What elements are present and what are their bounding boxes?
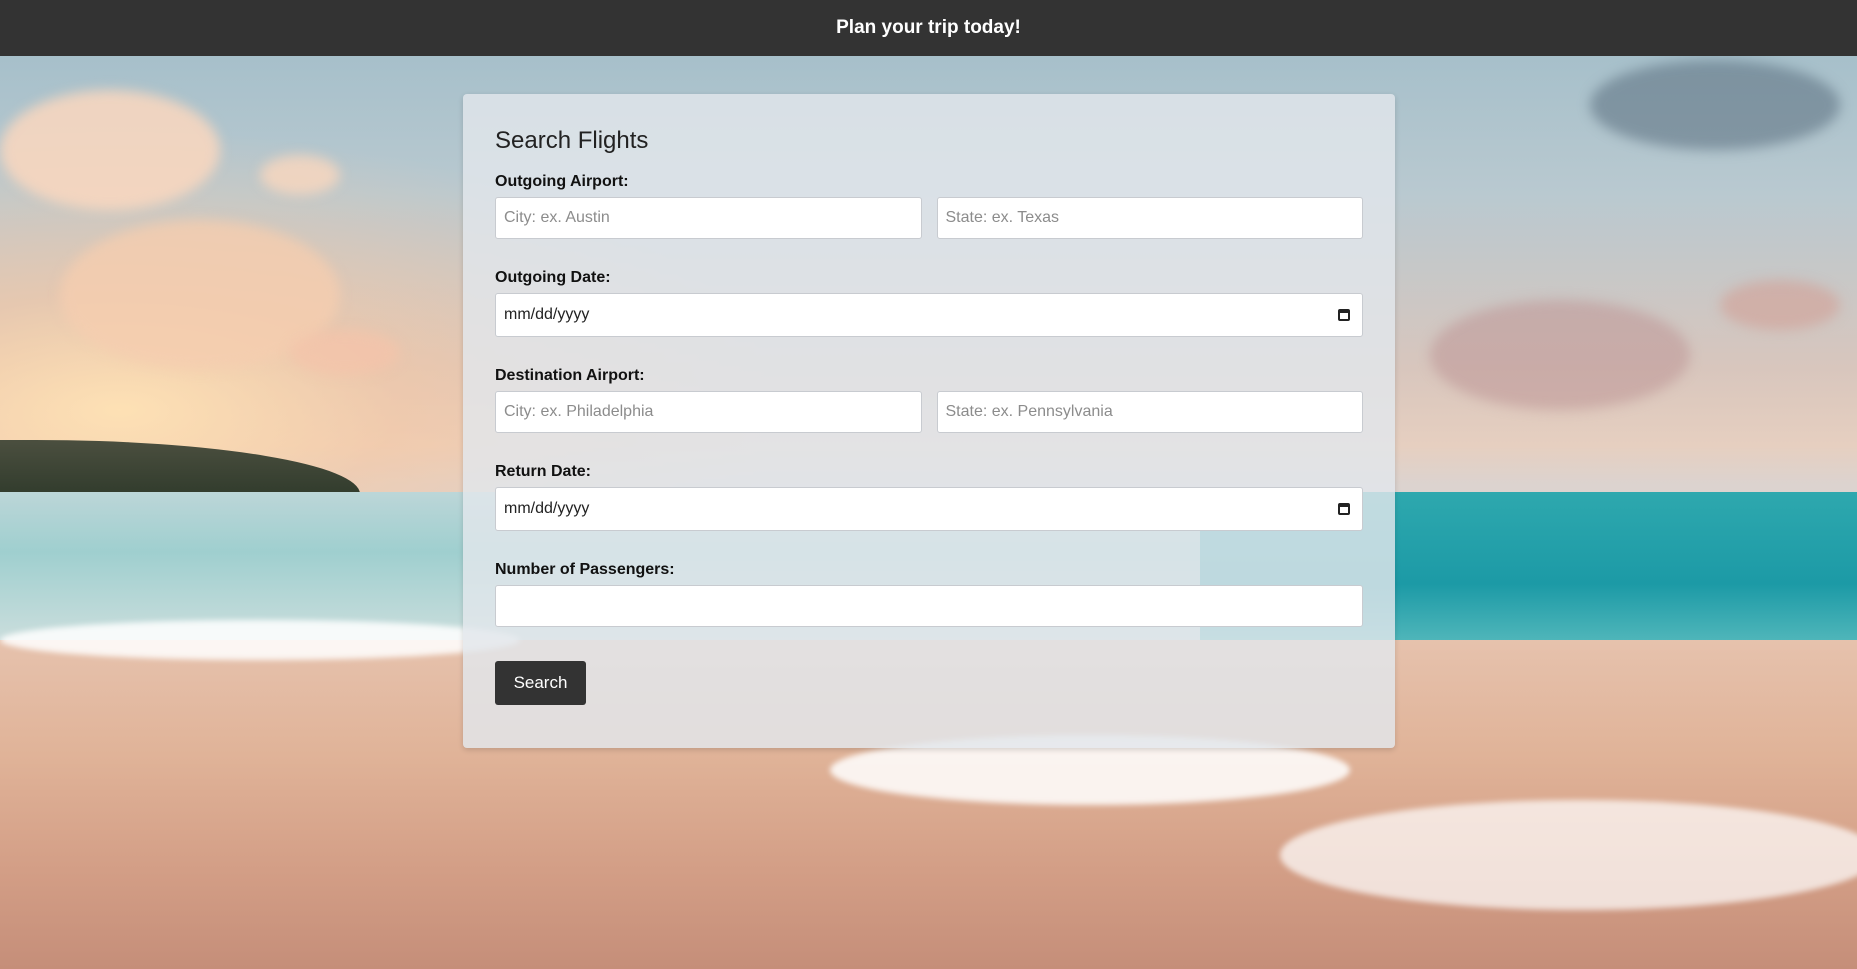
- return-date-value: mm/dd/yyyy: [504, 500, 590, 517]
- search-button[interactable]: Search: [495, 661, 586, 705]
- outgoing-airport-group: Outgoing Airport:: [495, 173, 1363, 239]
- page-title: Plan your trip today!: [836, 17, 1021, 38]
- outgoing-date-value: mm/dd/yyyy: [504, 306, 590, 323]
- outgoing-date-input[interactable]: mm/dd/yyyy: [495, 293, 1363, 337]
- return-date-input[interactable]: mm/dd/yyyy: [495, 487, 1363, 531]
- destination-airport-label: Destination Airport:: [495, 367, 645, 384]
- passengers-group: Number of Passengers:: [495, 561, 1363, 627]
- destination-city-input[interactable]: [495, 391, 922, 433]
- passengers-input[interactable]: [495, 585, 1363, 627]
- return-date-group: Return Date: mm/dd/yyyy: [495, 463, 1363, 531]
- destination-airport-group: Destination Airport:: [495, 367, 1363, 433]
- outgoing-date-group: Outgoing Date: mm/dd/yyyy: [495, 269, 1363, 337]
- outgoing-state-input[interactable]: [936, 197, 1363, 239]
- search-flights-card: Search Flights Outgoing Airport: Outgoin…: [463, 94, 1395, 748]
- calendar-icon[interactable]: [1338, 503, 1350, 515]
- return-date-label: Return Date:: [495, 463, 592, 480]
- calendar-icon[interactable]: [1338, 309, 1350, 321]
- outgoing-date-label: Outgoing Date:: [495, 269, 611, 286]
- outgoing-city-input[interactable]: [495, 197, 922, 239]
- destination-state-input[interactable]: [936, 391, 1363, 433]
- outgoing-airport-label: Outgoing Airport:: [495, 173, 629, 190]
- passengers-label: Number of Passengers:: [495, 561, 675, 578]
- form-title: Search Flights: [495, 127, 649, 154]
- top-header-bar: Plan your trip today!: [0, 0, 1857, 56]
